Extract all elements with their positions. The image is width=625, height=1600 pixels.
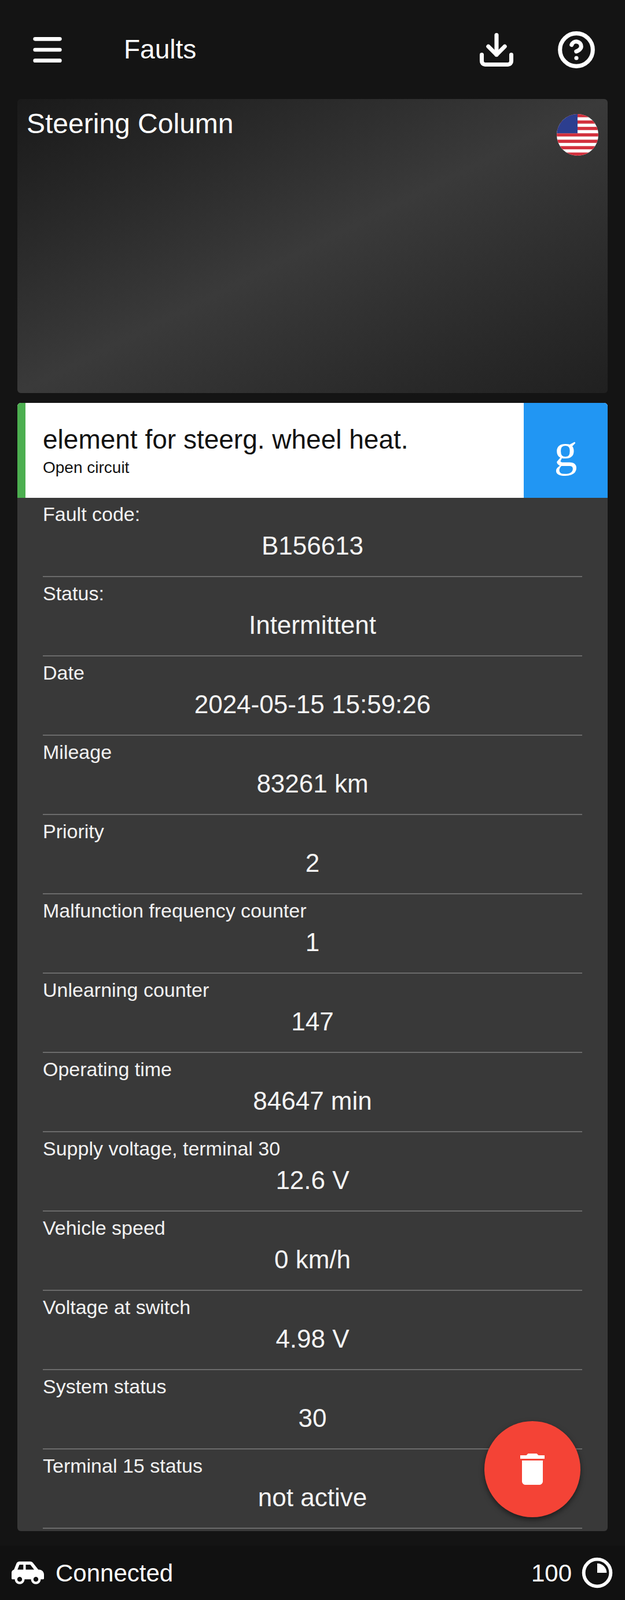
help-icon[interactable]	[556, 30, 597, 70]
app-bar: Faults	[0, 0, 625, 99]
field-label: Mileage	[42, 740, 583, 764]
module-title: Steering Column	[26, 107, 234, 141]
field-label: Priority	[42, 819, 583, 844]
field-label: Vehicle speed	[42, 1215, 583, 1240]
fault-field-row: Voltage at switch 4.98 V	[42, 1290, 583, 1370]
gauge-icon	[581, 1556, 614, 1589]
trash-icon	[511, 1447, 554, 1490]
status-bar: Connected 100	[0, 1545, 625, 1600]
app: Faults Steering Column element for steerg.…	[0, 0, 625, 1600]
field-value: 30	[42, 1401, 583, 1434]
field-value: 0 km/h	[42, 1243, 583, 1275]
fault-banner: element for steerg. wheel heat.Open circ…	[17, 402, 608, 498]
delete-button[interactable]	[484, 1420, 581, 1517]
fault-field-row: Supply voltage, terminal 3012.6 V	[42, 1131, 583, 1212]
app-bar-title: Faults	[123, 29, 477, 70]
field-label: Fault code:	[42, 502, 583, 527]
field-value: B156613	[42, 529, 583, 562]
field-value: 84647 min	[42, 1084, 583, 1117]
fault-detail: Open circuit	[42, 457, 507, 478]
field-value: 2	[42, 846, 583, 879]
fault-field-row: Operating time84647 min	[42, 1052, 583, 1132]
fault-indicator	[17, 402, 26, 498]
fault-field-row: Malfunction frequency counter1	[42, 894, 583, 974]
us-flag-icon[interactable]	[556, 114, 599, 156]
status-value: 100	[531, 1554, 572, 1591]
field-label: Supply voltage, terminal 30	[42, 1136, 583, 1161]
field-value: 2024-05-15 15:59:26	[42, 688, 583, 720]
fault-field-row: Vehicle speed 0 km/h	[42, 1211, 583, 1291]
fault-field-row: Status:Intermittent	[42, 576, 583, 657]
fault-field-row: Mileage 83261 km	[42, 735, 583, 815]
fault-description: element for steerg. wheel heat.	[42, 423, 507, 456]
google-search-button[interactable]: g	[523, 402, 608, 498]
field-label: System status	[42, 1374, 583, 1399]
field-label: Malfunction frequency counter	[42, 898, 583, 923]
field-value: 147	[42, 1005, 583, 1038]
field-value: 4.98 V	[42, 1322, 583, 1355]
fault-field-row: Unlearning counter 147	[42, 973, 583, 1053]
fault-card: element for steerg. wheel heat.Open circ…	[17, 402, 608, 1531]
download-icon[interactable]	[476, 30, 517, 70]
field-label: Voltage at switch	[42, 1295, 583, 1319]
module-header: Steering Column	[17, 98, 608, 393]
field-label: Status:	[42, 581, 583, 606]
field-label: Unlearning counter	[42, 978, 583, 1002]
field-value: 83261 km	[42, 767, 583, 800]
field-value: Intermittent	[42, 608, 583, 641]
fault-field-row: Fault code:B156613	[42, 497, 583, 577]
field-label: Operating time	[42, 1057, 583, 1082]
fault-field-row: Priority2	[42, 814, 583, 895]
fault-field-row: Date 2024-05-15 15:59:26	[42, 656, 583, 736]
menu-icon[interactable]	[28, 31, 66, 69]
connection-status: Connected	[55, 1554, 174, 1591]
field-value: 1	[42, 925, 583, 958]
field-label: Date	[42, 660, 583, 685]
field-value: 12.6 V	[42, 1163, 583, 1196]
car-icon	[11, 1556, 44, 1589]
